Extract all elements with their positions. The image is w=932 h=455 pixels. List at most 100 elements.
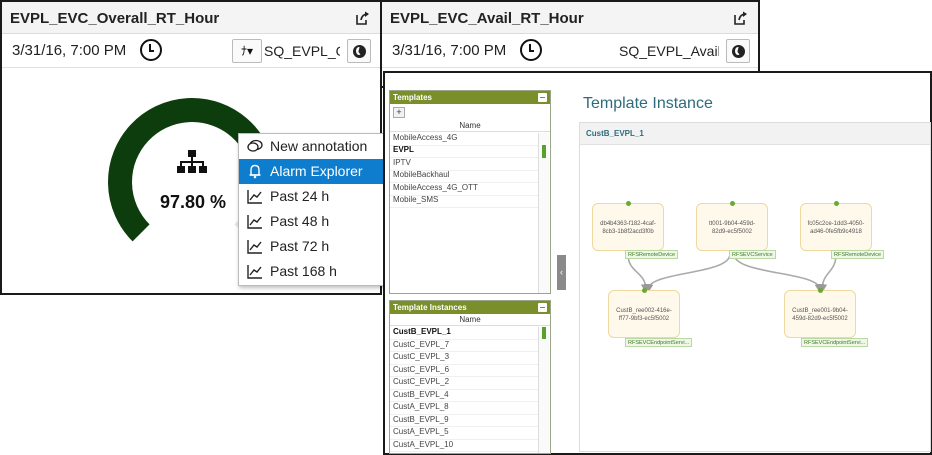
list-item[interactable]: CustC_EVPL_7 [390,340,540,352]
graph-edges [627,253,837,294]
clock-icon[interactable] [140,39,162,61]
graph-edge [733,253,825,294]
menu-item-label: Past 48 h [270,213,330,229]
template-instance-panel: Templates + Name MobileAccess_4G EVPL IP… [383,71,932,455]
page-title: Template Instance [583,95,713,112]
list-item[interactable]: CustC_EVPL_3 [390,352,540,365]
share-icon[interactable] [734,11,748,25]
trend-chart-icon [247,240,262,254]
list-item[interactable]: CustC_EVPL_6 [390,365,540,377]
node-status-dot [642,288,647,293]
globe-button[interactable] [726,39,750,63]
globe-icon [732,45,745,58]
list-item[interactable]: CustC_EVPL_2 [390,377,540,390]
network-hierarchy-icon [177,150,207,173]
list-item[interactable]: CustA_EVPL_10 [390,440,540,452]
list-item[interactable]: CustB_EVPL_9 [390,415,540,427]
list-item[interactable]: MobileBackhaul [390,170,540,183]
node-status-dot [730,201,735,206]
template-instances-header: Template Instances [390,301,550,314]
node-status-dot [626,201,631,206]
menu-item-alarm-explorer[interactable]: Alarm Explorer [239,159,385,184]
datetime-label: 3/31/16, 7:00 PM [392,42,507,59]
list-item[interactable]: EVPL [390,145,540,158]
add-template-button[interactable]: + [393,107,405,118]
context-menu: New annotation Alarm Explorer Past 24 h … [238,133,386,286]
section-title: Template Instances [393,303,467,312]
list-item[interactable]: IPTV [390,158,540,171]
menu-item-label: Past 72 h [270,238,330,254]
widget-toolbar: 3/31/16, 7:00 PM SQ_EVPL_Availa [382,35,758,68]
list-item[interactable]: CustA_EVPL_5 [390,427,540,440]
list-item[interactable]: MobileAccess_4G_OTT [390,183,540,196]
graph-edge [643,253,731,294]
menu-item-label: New annotation [270,138,368,154]
list-item[interactable]: CustA_EVPL_8 [390,402,540,415]
graph-node[interactable]: CustB_ree001-9b04- 459d-82d9-ec5f5002 [784,288,856,338]
instance-graph-canvas[interactable]: CustB_EVPL_1 db4b4363-f182-4caf- 8cb3-1b… [579,122,931,452]
template-instances-section: Template Instances Name CustB_EVPL_1 Cus… [389,300,551,454]
widget-title: EVPL_EVC_Avail_RT_Hour [390,10,584,27]
trend-chart-icon [247,215,262,229]
menu-item-past-168h[interactable]: Past 168 h [239,259,385,284]
menu-item-past-24h[interactable]: Past 24 h [239,184,385,209]
graph-node[interactable]: db4b4363-f182-4caf- 8cb3-1b8f2acd3f0b [592,201,664,251]
node-id-line: 459d-82d9-ec5f5002 [792,316,848,322]
share-icon[interactable] [356,11,370,25]
globe-icon [353,45,366,58]
widget-header: EVPL_EVC_Avail_RT_Hour [382,2,758,34]
graph-edge [627,253,651,294]
node-type-tag: RFSEVCEndpointServi... [801,338,869,347]
templates-header: Templates [390,91,550,104]
speech-bubble-icon [247,139,263,152]
widget-header: EVPL_EVC_Overall_RT_Hour [2,2,380,34]
node-status-dot [834,201,839,206]
node-type-tag: RFSEVCEndpointServi... [625,338,693,347]
datetime-label: 3/31/16, 7:00 PM [12,42,127,59]
bell-icon [249,164,261,179]
list-item[interactable]: Mobile_SMS [390,195,540,208]
gauge-value: 97.80 % [160,192,227,212]
signal-dropdown-button[interactable]: ﾅ▾ [232,39,262,63]
node-id-line: 82d9-ec5f5002 [711,229,753,235]
selection-text[interactable]: SQ_EVPL_Availa [619,43,719,59]
menu-item-label: Past 168 h [270,263,337,279]
scrollbar[interactable] [538,133,549,293]
node-id-line: ad46-0fe5fb9c4918 [810,229,862,235]
scroll-indicator [542,145,546,158]
trend-chart-icon [247,190,262,204]
list-item[interactable]: CustB_EVPL_4 [390,390,540,402]
scroll-indicator [542,327,546,339]
node-id-line: CustB_ree001-9b04- [792,308,848,314]
graph-node[interactable]: tt001-9b04-459d- 82d9-ec5f5002 [696,201,768,251]
graph-node[interactable]: fc05c2ce-1dd3-4050- ad46-0fe5fb9c4918 [800,201,872,251]
globe-button[interactable] [347,39,371,63]
node-type-tag: RFSRemoteDevice [625,250,679,259]
graph-edge [817,253,837,294]
collapse-icon[interactable] [538,303,547,312]
graph-node[interactable]: CustB_ree002-416e- ff77-9bf3-ec5f5002 [608,288,680,338]
menu-item-label: Past 24 h [270,188,330,204]
selection-text[interactable]: SQ_EVPL_Ov [264,43,340,59]
node-status-dot [818,288,823,293]
templates-section: Templates + Name MobileAccess_4G EVPL IP… [389,90,551,294]
widget-toolbar: 3/31/16, 7:00 PM ﾅ▾ SQ_EVPL_Ov [2,35,380,68]
node-id-line: tt001-9b04-459d- [708,221,756,227]
list-item[interactable]: MobileAccess_4G [390,133,540,146]
node-id-line: 8cb3-1b8f2acd3f0b [602,229,654,235]
menu-item-past-72h[interactable]: Past 72 h [239,234,385,259]
scrollbar[interactable] [538,327,549,453]
node-id-line: db4b4363-f182-4caf- [600,221,656,227]
node-id-line: CustB_ree002-416e- [616,308,672,314]
collapse-sidebar-button[interactable]: ‹ [557,255,566,290]
clock-icon[interactable] [520,39,542,61]
menu-item-label: Alarm Explorer [270,163,363,179]
menu-item-new-annotation[interactable]: New annotation [239,134,385,159]
node-id-line: ff77-9bf3-ec5f5002 [618,316,670,322]
trend-chart-icon [247,265,262,279]
node-id-line: fc05c2ce-1dd3-4050- [807,221,865,227]
node-type-tag: RFSRemoteDevice [831,250,885,259]
menu-item-past-48h[interactable]: Past 48 h [239,209,385,234]
list-item[interactable]: CustB_EVPL_1 [390,327,540,340]
collapse-icon[interactable] [538,93,547,102]
